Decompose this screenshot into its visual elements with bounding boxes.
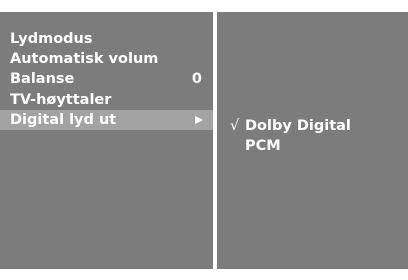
option-dolby-digital[interactable]: √ Dolby Digital xyxy=(217,116,408,136)
menu-item-label: Digital lyd ut xyxy=(10,112,117,128)
menu-item-label: Balanse xyxy=(10,71,75,87)
option-pcm[interactable]: PCM xyxy=(217,136,408,156)
menu-item-label: Lydmodus xyxy=(10,31,93,47)
menu-item-lydmodus[interactable]: Lydmodus xyxy=(0,29,213,49)
sound-menu-panel: Lydmodus Automatisk volum Balanse 0 TV-h… xyxy=(0,12,213,269)
check-mark-icon: √ xyxy=(230,118,240,134)
menu-item-tv-hoyttaler[interactable]: TV-høyttaler xyxy=(0,90,213,110)
option-label: Dolby Digital xyxy=(245,118,351,134)
option-label: PCM xyxy=(245,138,281,154)
menu-item-label: Automatisk volum xyxy=(10,51,159,67)
menu-item-automatisk-volum[interactable]: Automatisk volum xyxy=(0,49,213,69)
menu-item-digital-lyd-ut[interactable]: Digital lyd ut xyxy=(0,110,213,130)
menu-item-balanse[interactable]: Balanse 0 xyxy=(0,69,213,89)
tv-sound-menu-screen: Lydmodus Automatisk volum Balanse 0 TV-h… xyxy=(0,0,408,280)
digital-audio-submenu-panel: √ Dolby Digital PCM xyxy=(217,12,408,269)
balance-value: 0 xyxy=(191,71,202,87)
menu-item-label: TV-høyttaler xyxy=(10,92,112,108)
right-triangle-icon xyxy=(195,116,203,124)
